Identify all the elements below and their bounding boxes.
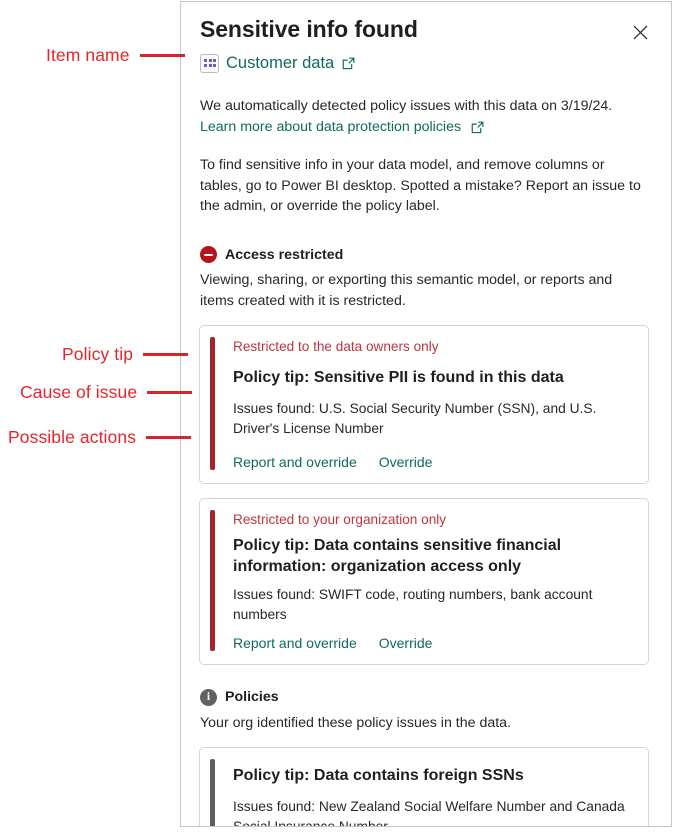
panel-header: Sensitive info found <box>190 16 649 47</box>
info-circle-icon: i <box>200 688 217 706</box>
card-restriction-label: Restricted to the data owners only <box>233 338 439 354</box>
annotation-policy-tip: Policy tip <box>62 344 189 365</box>
annotation-leader-line <box>139 54 185 57</box>
annotation-layer: Item name Policy tip Cause of issue Poss… <box>0 0 200 837</box>
card-restriction-label: Restricted to your organization only <box>233 512 447 528</box>
card-issues-text: Issues found: SWIFT code, routing number… <box>233 587 593 622</box>
learn-more-row: Learn more about data protection policie… <box>200 117 649 137</box>
report-and-override-link[interactable]: Report and override <box>233 454 357 470</box>
section-title: Policies <box>225 689 279 706</box>
section-header-access-restricted: Access restricted <box>190 246 649 264</box>
annotation-label: Possible actions <box>8 427 137 447</box>
item-name-link[interactable]: Customer data <box>226 54 334 74</box>
panel-body-text: We automatically detected policy issues … <box>190 96 649 216</box>
open-in-new-icon[interactable] <box>470 120 485 135</box>
annotation-label: Cause of issue <box>20 382 138 402</box>
item-name-row: Customer data <box>190 54 649 74</box>
annotation-leader-line <box>146 436 192 439</box>
semantic-model-icon <box>200 54 219 74</box>
card-actions: Report and override Override <box>233 635 632 651</box>
page-title: Sensitive info found <box>200 16 418 42</box>
override-link[interactable]: Override <box>379 635 433 651</box>
override-link[interactable]: Override <box>379 454 433 470</box>
card-title: Policy tip: Data contains sensitive fina… <box>233 537 562 576</box>
annotation-leader-line <box>143 353 189 356</box>
detected-text: We automatically detected policy issues … <box>200 97 613 114</box>
sensitive-info-panel: Sensitive info found Customer data We au… <box>180 1 672 827</box>
block-restricted-icon <box>200 246 217 264</box>
card-issues-text: Issues found: New Zealand Social Welfare… <box>233 798 625 827</box>
section-header-policies: i Policies <box>190 688 649 706</box>
card-issues-text: Issues found: U.S. Social Security Numbe… <box>233 401 597 436</box>
annotation-label: Item name <box>46 45 130 65</box>
card-title: Policy tip: Sensitive PII is found in th… <box>233 368 564 386</box>
section-title: Access restricted <box>225 246 344 263</box>
instructions-text: To find sensitive info in your data mode… <box>200 157 641 214</box>
open-in-new-icon[interactable] <box>341 56 356 71</box>
section-description: Viewing, sharing, or exporting this sema… <box>200 272 613 309</box>
section-description: Your org identified these policy issues … <box>200 714 512 731</box>
report-and-override-link[interactable]: Report and override <box>233 635 357 651</box>
policy-tip-card: Policy tip: Data contains foreign SSNs I… <box>199 746 649 827</box>
policy-tip-card: Restricted to your organization only Pol… <box>199 498 649 665</box>
annotation-leader-line <box>147 391 193 394</box>
annotation-cause-of-issue: Cause of issue <box>20 382 193 403</box>
close-icon[interactable] <box>625 17 655 47</box>
policy-tip-card: Restricted to the data owners only Polic… <box>199 324 649 485</box>
learn-more-link[interactable]: Learn more about data protection policie… <box>200 117 461 137</box>
annotation-item-name: Item name <box>46 45 185 66</box>
card-actions: Report and override Override <box>233 454 632 470</box>
annotation-possible-actions: Possible actions <box>8 427 192 448</box>
card-title: Policy tip: Data contains foreign SSNs <box>233 766 524 784</box>
annotation-label: Policy tip <box>62 344 134 364</box>
